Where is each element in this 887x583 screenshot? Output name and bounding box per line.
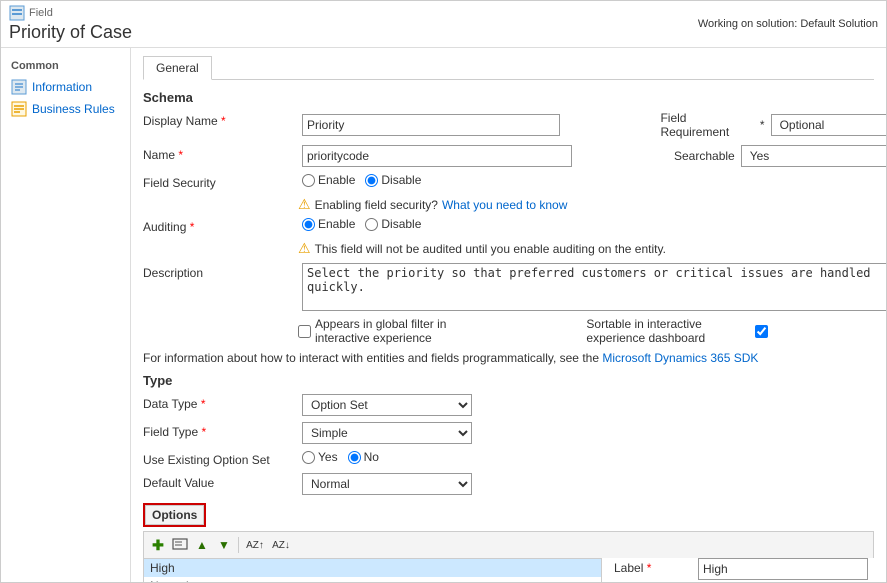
use-existing-yes-option[interactable]: Yes — [302, 450, 338, 464]
sortable-label: Sortable in interactiveexperience dashbo… — [586, 317, 705, 345]
sort-az-button[interactable]: AZ↑ — [243, 535, 267, 555]
use-existing-no-option[interactable]: No — [348, 450, 379, 464]
move-down-button[interactable]: ▼ — [214, 535, 234, 555]
field-security-radio-group: Enable Disable — [302, 173, 421, 187]
edit-icon — [172, 538, 188, 552]
default-value-row: Default Value Normal High Low Critical — [143, 473, 874, 495]
options-header-box: Options — [143, 503, 206, 527]
auditing-row: Auditing * Enable Disable — [143, 217, 874, 234]
field-type-row: Field Type * Simple — [143, 422, 874, 444]
field-security-warning-text: Enabling field security? — [315, 198, 438, 212]
options-right-panel: Label * Value * — [614, 558, 874, 582]
use-existing-label: Use Existing Option Set — [143, 450, 298, 467]
option-label-input[interactable] — [698, 558, 868, 580]
sdk-link-row: For information about how to interact wi… — [143, 351, 874, 365]
business-rules-icon — [11, 101, 27, 117]
description-textarea[interactable]: Select the priority so that preferred cu… — [302, 263, 886, 311]
sidebar-section-common: Common — [1, 56, 130, 76]
options-toolbar: ✚ ▲ ▼ AZ↑ AZ↓ — [143, 531, 874, 558]
use-existing-radio-group: Yes No — [302, 450, 379, 464]
option-label-label: Label * — [614, 558, 694, 575]
global-filter-checkbox[interactable] — [298, 325, 311, 338]
sidebar-item-business-rules[interactable]: Business Rules — [1, 98, 130, 120]
sortable-checkbox[interactable] — [755, 325, 768, 338]
field-security-row: Field Security Enable Disable — [143, 173, 874, 190]
display-name-input[interactable] — [302, 114, 560, 136]
working-on-label: Working on solution: Default Solution — [698, 18, 878, 30]
schema-section-title: Schema — [143, 90, 874, 105]
searchable-label: Searchable — [674, 149, 735, 163]
auditing-label: Auditing * — [143, 217, 298, 234]
filter-sortable-row: Appears in global filter ininteractive e… — [143, 317, 874, 345]
edit-option-button[interactable] — [170, 535, 190, 555]
add-option-button[interactable]: ✚ — [148, 535, 168, 555]
tab-general[interactable]: General — [143, 56, 212, 80]
field-security-enable-option[interactable]: Enable — [302, 173, 355, 187]
top-bar-left: Field Priority of Case — [9, 5, 132, 43]
display-name-label: Display Name * — [143, 111, 298, 128]
field-security-label: Field Security — [143, 173, 298, 190]
sdk-link[interactable]: Microsoft Dynamics 365 SDK — [602, 351, 758, 365]
auditing-enable-option[interactable]: Enable — [302, 217, 355, 231]
use-existing-no-radio[interactable] — [348, 451, 361, 464]
page-title: Priority of Case — [9, 22, 132, 43]
use-existing-yes-radio[interactable] — [302, 451, 315, 464]
name-input[interactable] — [302, 145, 572, 167]
data-type-select[interactable]: Option Set — [302, 394, 472, 416]
field-type-label: Field Type * — [143, 422, 298, 439]
warning-icon: ⚠ — [298, 196, 311, 213]
main-content: General Schema Display Name * Field Requ… — [131, 48, 886, 582]
name-label: Name * — [143, 145, 298, 162]
auditing-disable-radio[interactable] — [365, 218, 378, 231]
options-section-title: Options — [145, 505, 204, 525]
auditing-info-text: This field will not be audited until you… — [315, 242, 666, 256]
field-requirement-select[interactable]: Optional Business Recommended Business R… — [771, 114, 886, 136]
option-item-normal[interactable]: Normal — [144, 577, 601, 582]
global-filter-label: Appears in global filter ininteractive e… — [315, 317, 446, 345]
toolbar-separator — [238, 537, 239, 553]
global-filter-checkbox-label[interactable]: Appears in global filter ininteractive e… — [298, 317, 446, 345]
name-row: Name * Searchable Yes No — [143, 145, 874, 167]
description-label: Description — [143, 263, 298, 280]
option-item-high[interactable]: High — [144, 559, 601, 577]
field-requirement-label: Field Requirement — [660, 111, 753, 139]
auditing-radio-group: Enable Disable — [302, 217, 421, 231]
type-section-title: Type — [143, 373, 874, 388]
searchable-select[interactable]: Yes No — [741, 145, 886, 167]
use-existing-row: Use Existing Option Set Yes No — [143, 450, 874, 467]
tab-bar: General — [143, 56, 874, 80]
field-type-select[interactable]: Simple — [302, 422, 472, 444]
field-security-disable-option[interactable]: Disable — [365, 173, 421, 187]
option-label-row: Label * — [614, 558, 874, 580]
field-security-disable-radio[interactable] — [365, 174, 378, 187]
information-label: Information — [32, 80, 92, 94]
field-icon — [9, 5, 25, 21]
description-row: Description Select the priority so that … — [143, 263, 874, 311]
default-value-label: Default Value — [143, 473, 298, 490]
field-security-link[interactable]: What you need to know — [442, 198, 567, 212]
auditing-info-icon: ⚠ — [298, 240, 311, 257]
sidebar: Common Information Business Rules — [1, 48, 131, 582]
top-bar: Field Priority of Case Working on soluti… — [1, 1, 886, 48]
move-up-button[interactable]: ▲ — [192, 535, 212, 555]
data-type-label: Data Type * — [143, 394, 298, 411]
sort-za-button[interactable]: AZ↓ — [269, 535, 293, 555]
information-icon — [11, 79, 27, 95]
business-rules-label: Business Rules — [32, 102, 115, 116]
breadcrumb: Field — [29, 7, 53, 19]
options-section: Options ✚ ▲ ▼ AZ↑ — [143, 503, 874, 582]
field-security-enable-radio[interactable] — [302, 174, 315, 187]
display-name-row: Display Name * Field Requirement * Optio… — [143, 111, 874, 139]
auditing-info-row: ⚠ This field will not be audited until y… — [143, 240, 874, 257]
auditing-enable-radio[interactable] — [302, 218, 315, 231]
data-type-row: Data Type * Option Set — [143, 394, 874, 416]
field-security-warning-row: ⚠ Enabling field security? What you need… — [143, 196, 874, 213]
sidebar-item-information[interactable]: Information — [1, 76, 130, 98]
options-layout: High Normal Low Critical Label * — [143, 558, 874, 582]
options-list-box: High Normal Low Critical — [143, 558, 602, 582]
default-value-select[interactable]: Normal High Low Critical — [302, 473, 472, 495]
type-section: Type Data Type * Option Set Field — [143, 373, 874, 495]
auditing-disable-option[interactable]: Disable — [365, 217, 421, 231]
options-list: High Normal Low Critical — [144, 559, 601, 582]
